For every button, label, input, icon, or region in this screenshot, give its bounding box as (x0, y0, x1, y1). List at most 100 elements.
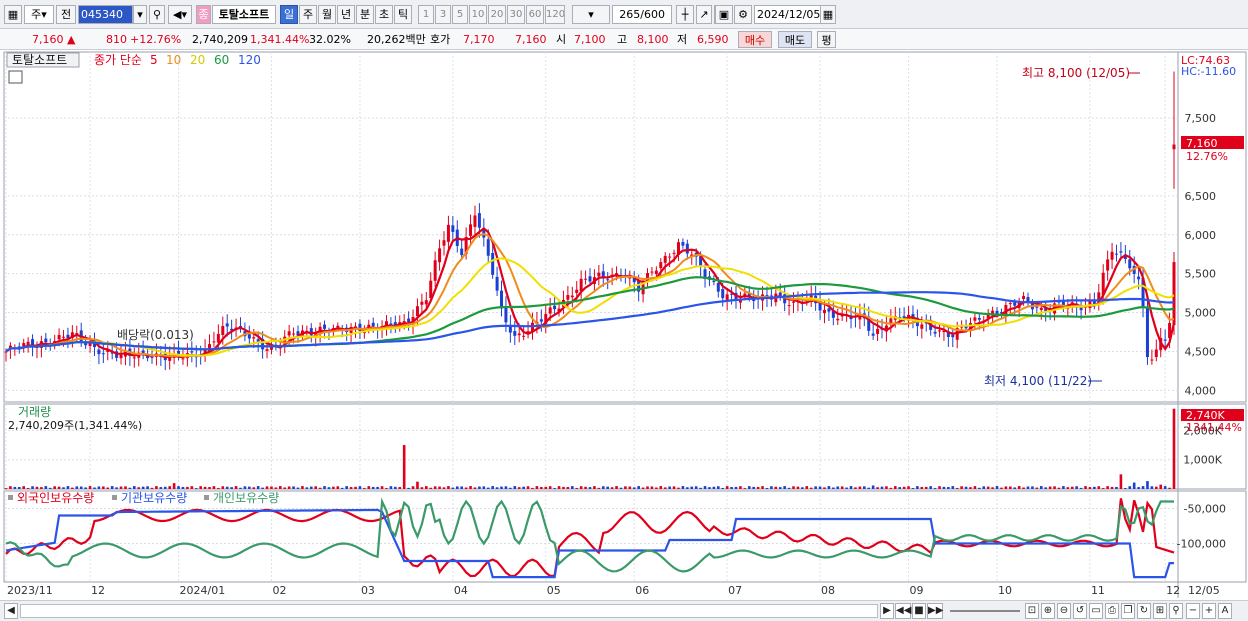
magnify-icon[interactable]: ⚲ (1169, 603, 1183, 619)
period-tab[interactable]: 년 (337, 5, 355, 24)
period-tab[interactable]: 주 (299, 5, 317, 24)
scroll-track[interactable] (20, 604, 878, 618)
restore-icon[interactable]: ↺ (1073, 603, 1087, 619)
screenshot-icon[interactable]: ▭ (1089, 603, 1103, 619)
last-change-label: 12.76% (1186, 150, 1228, 163)
volume-bar (628, 486, 632, 489)
candle-body (442, 240, 446, 246)
volume-tick-label: 1,000K (1183, 454, 1222, 467)
grid-icon[interactable]: ⊞ (1153, 603, 1167, 619)
scroll-left-button[interactable]: ◀ (4, 603, 18, 619)
volume-bar (256, 486, 260, 489)
zoom-out-icon[interactable]: ⊖ (1057, 603, 1071, 619)
search-icon[interactable]: ⚲ (149, 5, 165, 24)
volume-bar (31, 486, 34, 489)
print-icon[interactable]: ⎙ (1105, 603, 1119, 619)
stop-button[interactable]: ■ (912, 603, 926, 619)
window-menu-icon[interactable]: ▦ (4, 5, 22, 24)
save-icon[interactable]: ▣ (715, 5, 733, 24)
chevron-down-icon[interactable]: ▾ (133, 5, 147, 24)
fast-forward-button[interactable]: ▶▶ (927, 603, 943, 619)
candle-body (920, 324, 924, 329)
period-tab[interactable]: 분 (356, 5, 374, 24)
interval-tab[interactable]: 5 (452, 5, 468, 24)
volume-bar (566, 486, 570, 489)
price-change: 810 (106, 33, 127, 46)
period-tab[interactable]: 일 (280, 5, 298, 24)
volume-bar (540, 487, 543, 489)
market-type-select[interactable]: 주▾ (24, 5, 54, 24)
period-tab[interactable]: 초 (375, 5, 393, 24)
interval-tab[interactable]: 10 (469, 5, 487, 24)
candle-body (579, 278, 583, 292)
open-price: 7,100 (574, 33, 606, 46)
volume-bar (411, 486, 415, 489)
zoom-plus-button[interactable]: + (1202, 603, 1216, 619)
volume-bar (690, 486, 694, 489)
eval-button[interactable]: 평 (817, 31, 836, 48)
speed-slider[interactable] (950, 610, 1020, 612)
zoom-in-icon[interactable]: ⊕ (1041, 603, 1055, 619)
price-change-pct: +12.76% (130, 33, 182, 46)
quote-bar: 7,160 ▲ 810 +12.76% 2,740,209 1,341.44% … (0, 29, 1248, 50)
refresh-icon[interactable]: ↻ (1137, 603, 1151, 619)
volume-bar (694, 486, 698, 489)
volume-bar (363, 488, 366, 490)
volume-bar (832, 487, 835, 489)
interval-tab[interactable]: 20 (488, 5, 506, 24)
volume-bar (531, 487, 534, 489)
chart-title: 토탈소프트 (12, 53, 67, 67)
volume-bar (703, 486, 707, 489)
volume-bar (500, 486, 503, 489)
volume-bar (1110, 486, 1114, 489)
zoom-fit-icon[interactable]: ⊡ (1025, 603, 1039, 619)
candle-body (721, 289, 725, 299)
toolbar: ▦ 주▾ 전 045340 ▾ ⚲ ◀▾ 종 토탈소프트 ▾ 265/600 ┼… (0, 0, 1248, 29)
prev-button[interactable]: 전 (56, 5, 76, 24)
calendar-icon[interactable]: ▦ (820, 5, 836, 24)
zoom-minus-button[interactable]: − (1186, 603, 1200, 619)
candle-body (522, 335, 526, 337)
interval-tab[interactable]: 60 (526, 5, 544, 24)
sell-button[interactable]: 매도 (778, 31, 812, 48)
interval-tab[interactable]: 1 (418, 5, 434, 24)
period-tab[interactable]: 월 (318, 5, 336, 24)
candle-body (876, 328, 880, 334)
volume-bar (159, 487, 163, 489)
stock-chart[interactable]: 4,000 4,500 5,000 5,500 6,000 6,500 7,500 2023/… (0, 50, 1248, 600)
volume-bar (1137, 487, 1140, 489)
candle-body (659, 262, 663, 269)
volume-bar (584, 486, 587, 489)
volume-bar (1017, 486, 1021, 489)
candle-body (371, 322, 375, 327)
interval-tab[interactable]: 30 (507, 5, 525, 24)
speaker-icon[interactable]: ◀▾ (168, 5, 192, 24)
stock-code-input[interactable]: 045340 (78, 5, 133, 24)
bar-count[interactable]: 265/600 (612, 5, 672, 24)
chart-area[interactable]: 4,000 4,500 5,000 5,500 6,000 6,500 7,500 2023/… (0, 50, 1248, 600)
volume-bar (1039, 486, 1043, 489)
interval-tab[interactable]: 120 (545, 5, 565, 24)
font-size-button[interactable]: A (1218, 603, 1232, 619)
price-tick-label: 4,500 (1185, 345, 1217, 358)
period-tab[interactable]: 틱 (394, 5, 412, 24)
interval-tab[interactable]: 3 (435, 5, 451, 24)
volume-bar (827, 486, 831, 489)
candle-body (473, 215, 477, 227)
date-input[interactable]: 2024/12/05 (754, 5, 822, 24)
candle-type-icon[interactable]: ┼ (676, 5, 694, 24)
gear-icon[interactable]: ⚙ (734, 5, 752, 24)
candle-body (836, 318, 840, 321)
volume-bar (955, 487, 959, 489)
count-select[interactable]: ▾ (572, 5, 610, 24)
copy-icon[interactable]: ❐ (1121, 603, 1135, 619)
x-tick-label: 07 (728, 584, 742, 597)
rewind-button[interactable]: ◀◀ (895, 603, 911, 619)
draw-tool-icon[interactable]: ↗ (696, 5, 712, 24)
buy-button[interactable]: 매수 (738, 31, 772, 48)
play-forward-button[interactable]: ▶ (880, 603, 894, 619)
volume-bar (615, 486, 618, 489)
x-tick-label: 04 (454, 584, 468, 597)
volume-bar (513, 486, 517, 489)
volume-bar (287, 486, 291, 489)
